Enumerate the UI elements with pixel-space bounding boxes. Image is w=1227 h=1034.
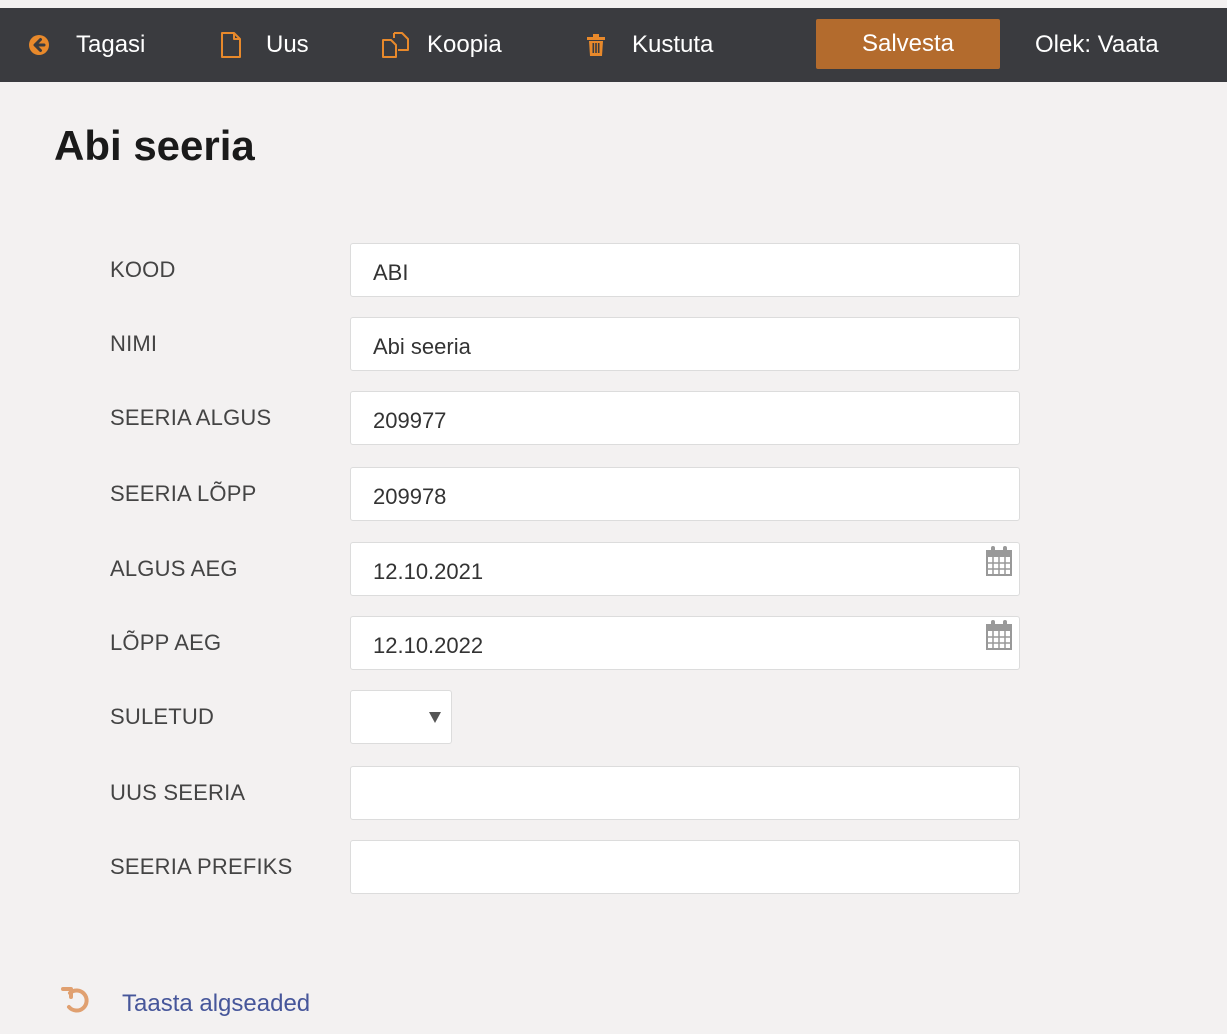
status-label: Olek: Vaata — [1035, 31, 1159, 58]
calendar-icon[interactable] — [985, 543, 1013, 583]
new-label: Uus — [266, 31, 309, 58]
document-icon — [220, 31, 242, 59]
copy-button[interactable]: Koopia — [381, 8, 502, 82]
calendar-icon[interactable] — [985, 617, 1013, 657]
copy-icon — [381, 31, 411, 59]
nimi-input[interactable]: Abi seeria — [350, 317, 1020, 371]
undo-icon — [60, 985, 94, 1022]
chevron-down-icon — [429, 712, 441, 723]
algus-aeg-value: 12.10.2021 — [373, 559, 484, 584]
form-row-kood: KOOD ABI — [110, 243, 1022, 299]
form-row-algus-aeg: ALGUS AEG 12.10.2021 — [110, 542, 1022, 598]
form-row-seeria-lopp: SEERIA LÕPP 209978 — [110, 467, 1022, 523]
seeria-algus-value: 209977 — [373, 408, 447, 433]
form-row-seeria-prefiks: SEERIA PREFIKS — [110, 840, 1022, 896]
new-button[interactable]: Uus — [220, 8, 309, 82]
toolbar: Tagasi Uus Koopia Kustuta Salvesta Olek:… — [0, 8, 1227, 82]
copy-label: Koopia — [427, 31, 502, 58]
algus-aeg-input[interactable]: 12.10.2021 — [350, 542, 1020, 596]
field-label-algus-aeg: ALGUS AEG — [110, 556, 238, 581]
form-row-uus-seeria: UUS SEERIA — [110, 766, 1022, 822]
kood-value: ABI — [373, 260, 409, 285]
seeria-lopp-value: 209978 — [373, 484, 447, 509]
form-row-lopp-aeg: LÕPP AEG 12.10.2022 — [110, 616, 1022, 672]
lopp-aeg-value: 12.10.2022 — [373, 633, 484, 658]
page-title: Abi seeria — [54, 122, 255, 169]
uus-seeria-input[interactable] — [350, 766, 1020, 820]
field-label-seeria-algus: SEERIA ALGUS — [110, 405, 272, 430]
restore-defaults-link[interactable]: Taasta algseaded — [60, 985, 310, 1022]
back-label: Tagasi — [76, 31, 146, 58]
kood-input[interactable]: ABI — [350, 243, 1020, 297]
field-label-suletud: SULETUD — [110, 704, 215, 729]
form-row-nimi: NIMI Abi seeria — [110, 317, 1022, 373]
arrow-left-circle-icon — [28, 34, 50, 56]
delete-label: Kustuta — [632, 31, 714, 58]
nimi-value: Abi seeria — [373, 334, 471, 359]
save-button[interactable]: Salvesta — [816, 19, 1000, 69]
field-label-seeria-lopp: SEERIA LÕPP — [110, 481, 257, 506]
trash-icon — [586, 33, 606, 57]
field-label-nimi: NIMI — [110, 331, 158, 356]
delete-button[interactable]: Kustuta — [586, 8, 713, 82]
lopp-aeg-input[interactable]: 12.10.2022 — [350, 616, 1020, 670]
seeria-prefiks-input[interactable] — [350, 840, 1020, 894]
suletud-select[interactable] — [350, 690, 452, 744]
field-label-kood: KOOD — [110, 257, 176, 282]
field-label-seeria-prefiks: SEERIA PREFIKS — [110, 854, 293, 879]
form-row-suletud: SULETUD — [110, 690, 1022, 746]
field-label-lopp-aeg: LÕPP AEG — [110, 630, 222, 655]
restore-defaults-label: Taasta algseaded — [122, 989, 311, 1017]
field-label-uus-seeria: UUS SEERIA — [110, 780, 246, 805]
form-row-seeria-algus: SEERIA ALGUS 209977 — [110, 391, 1022, 447]
seeria-algus-input[interactable]: 209977 — [350, 391, 1020, 445]
back-button[interactable]: Tagasi — [28, 8, 145, 82]
seeria-lopp-input[interactable]: 209978 — [350, 467, 1020, 521]
